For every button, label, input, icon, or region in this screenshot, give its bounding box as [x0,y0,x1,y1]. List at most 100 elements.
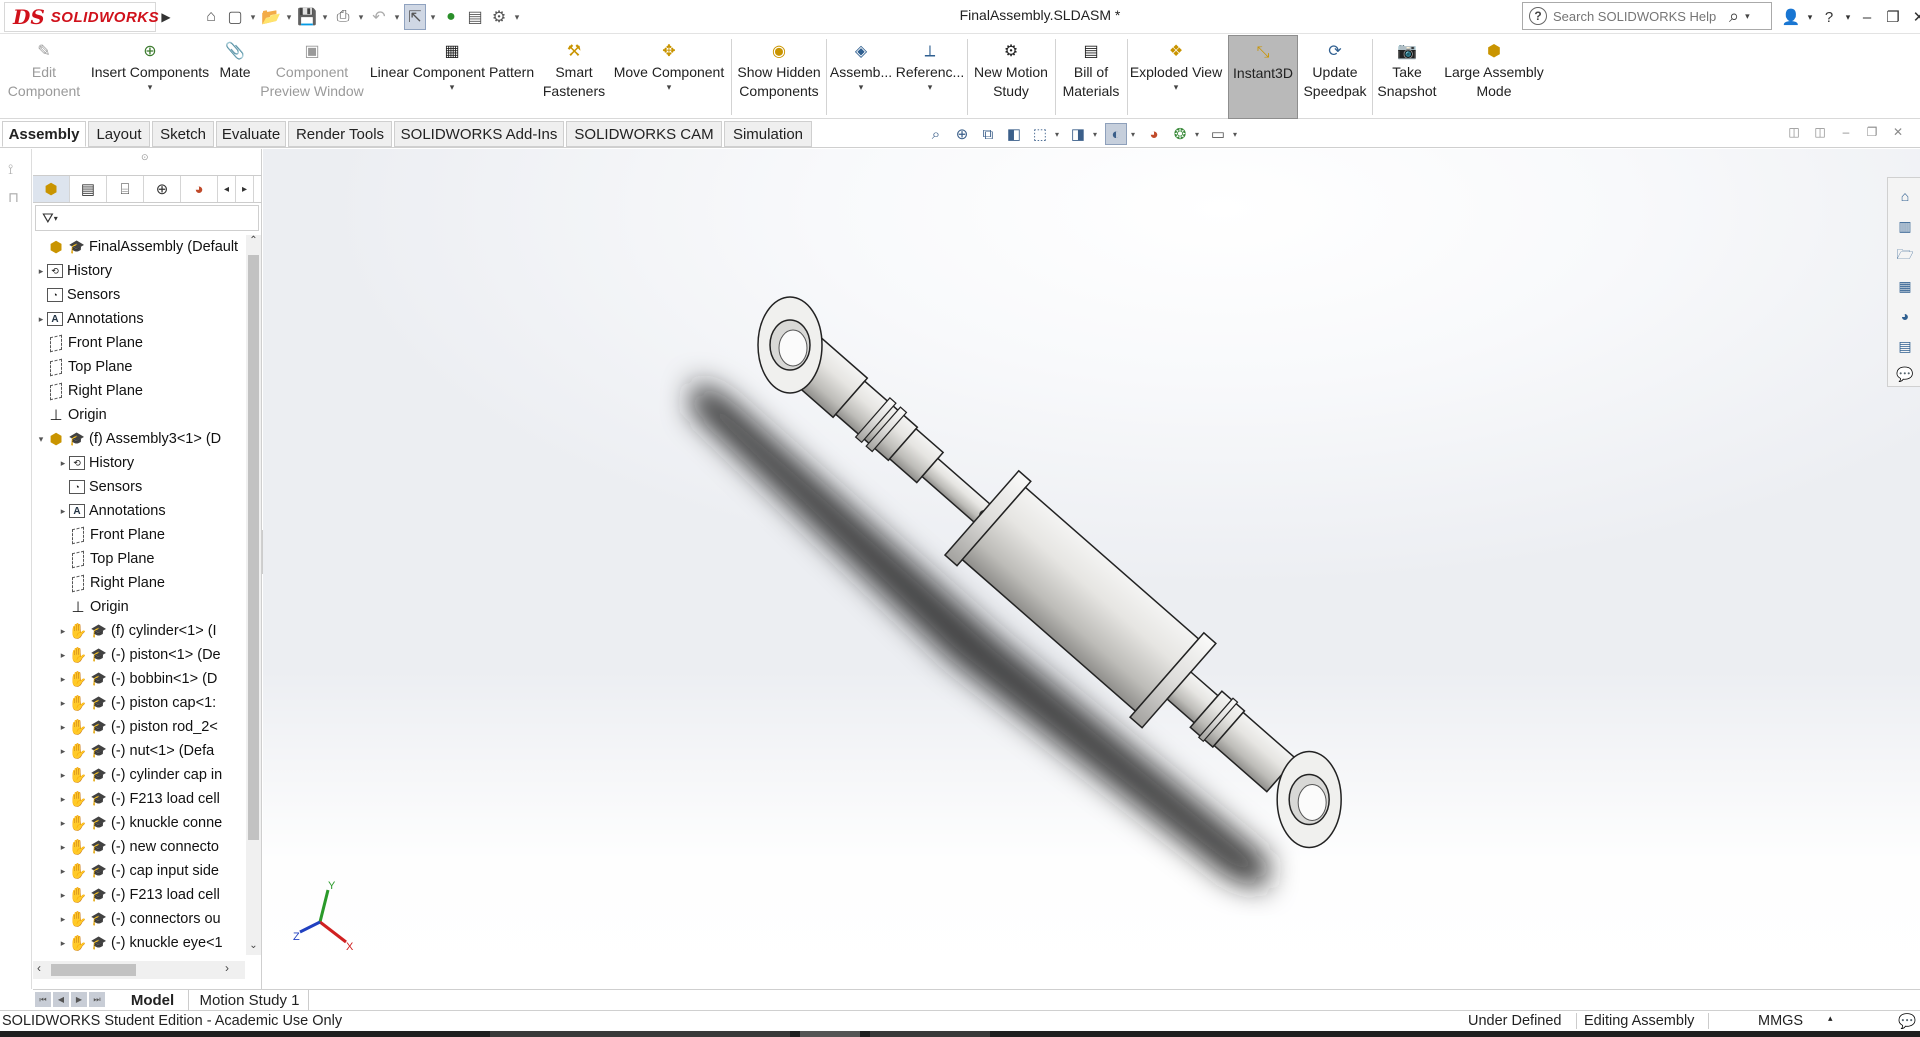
tab-scroll-left-icon[interactable]: ◂ [218,176,236,202]
tree-item[interactable]: ⊥ Origin [33,595,245,619]
display-style-dropdown-icon[interactable]: ▾ [1093,130,1101,139]
user-dropdown-icon[interactable]: ▾ [1806,12,1814,23]
tree-item[interactable]: ⊥ Origin [33,403,245,427]
display-manager-tab-icon[interactable]: ◕ [181,176,218,202]
exploded-view-button[interactable]: ❖ Exploded View ▾ [1128,35,1224,119]
expand-toggle-icon[interactable]: ▸ [57,770,69,781]
move-component-button[interactable]: ✥ Move Component ▾ [610,35,728,119]
smart-dimension-icon[interactable]: ⊓ [8,189,19,206]
tree-item[interactable]: Top Plane [33,547,245,571]
units-dropdown-icon[interactable]: ▴ [1828,1013,1833,1024]
tab-scroll-right-icon[interactable]: ▸ [236,176,254,202]
close-icon[interactable]: ✕ [1908,8,1920,26]
help-search-input[interactable] [1553,8,1723,24]
expand-toggle-icon[interactable]: ▸ [57,458,69,469]
tree-item[interactable]: Right Plane [33,571,245,595]
left-rod[interactable] [833,378,1005,538]
first-tab-icon[interactable]: ⏮ [35,992,51,1007]
tab-simulation[interactable]: Simulation [724,121,812,147]
large-assembly-mode-button[interactable]: ⬢ Large Assembly Mode [1440,35,1548,119]
tree-item[interactable]: Top Plane [33,355,245,379]
expand-toggle-icon[interactable]: ▸ [57,914,69,925]
tree-item[interactable]: ▸ ⟲ History [33,259,245,283]
tree-item[interactable]: ▸ ✋ 🎓 (-) connectors ou [33,907,245,931]
tree-item[interactable]: Front Plane [33,523,245,547]
tab-render-tools[interactable]: Render Tools [288,121,392,147]
minimize-icon[interactable]: – [1856,9,1878,26]
tree-item[interactable]: ▸ ✋ 🎓 (-) F213 load cell [33,883,245,907]
tile-right-icon[interactable]: ◫ [1811,125,1829,139]
previous-view-icon[interactable]: ⧉ [977,123,999,145]
tree-item[interactable]: ▸ ✋ 🎓 (-) F213 load cell [33,787,245,811]
expand-toggle-icon[interactable]: ▸ [57,674,69,685]
hide-show-items-icon[interactable]: ◐ [1105,123,1127,145]
viewport-minimize-icon[interactable]: – [1837,125,1855,139]
expand-toggle-icon[interactable]: ▸ [57,626,69,637]
tree-item[interactable]: ▸ A Annotations [33,307,245,331]
right-rod[interactable] [1162,666,1299,795]
zoom-to-area-icon[interactable]: ⊕ [951,123,973,145]
tree-item[interactable]: ▸ ✋ 🎓 (-) piston cap<1: [33,691,245,715]
next-tab-icon[interactable]: ▶ [71,992,87,1007]
tree-item[interactable]: ▸ ✋ 🎓 (-) piston<1> (De [33,643,245,667]
hydraulic-cylinder-model[interactable] [263,149,1920,989]
zoom-to-fit-icon[interactable]: ⌕ [925,123,947,145]
edit-component-button[interactable]: ✎ Edit Component [0,35,88,119]
assembly-features-button[interactable]: ◈ Assemb... ▾ [828,35,894,119]
expand-toggle-icon[interactable]: ▸ [57,938,69,949]
help-dropdown-icon[interactable]: ▾ [1844,12,1852,23]
file-explorer-icon[interactable]: 🗁 [1895,246,1915,266]
expand-toggle-icon[interactable]: ▸ [57,818,69,829]
restore-icon[interactable]: ❐ [1882,8,1904,26]
panel-grip-icon[interactable]: ⊙ [141,152,149,163]
search-dropdown-icon[interactable]: ▾ [1745,11,1750,22]
instant3d-button[interactable]: ⤡ Instant3D [1228,35,1298,119]
help-search-box[interactable]: ? ⌕ ▾ [1522,2,1772,30]
appearances-icon[interactable]: ◕ [1895,306,1915,326]
tree-item[interactable]: Right Plane [33,379,245,403]
exploded-view-dropdown-icon[interactable]: ▾ [1174,82,1179,92]
tree-item[interactable]: ▸ ✋ 🎓 (-) nut<1> (Defa [33,739,245,763]
view-settings-icon[interactable]: ▭ [1207,123,1229,145]
reference-geometry-dropdown-icon[interactable]: ▾ [928,82,933,92]
update-speedpak-button[interactable]: ⟳ Update Speedpak [1302,35,1368,119]
tree-item[interactable]: ▸ ✋ 🎓 (-) piston rod_2< [33,715,245,739]
tab-assembly[interactable]: Assembly [2,121,86,147]
scroll-thumb[interactable] [248,255,259,840]
tree-item[interactable]: ▸ ✋ 🎓 (f) cylinder<1> (I [33,619,245,643]
feature-tree-tab-icon[interactable]: ⬢ [33,176,70,202]
expand-toggle-icon[interactable]: ▸ [35,314,47,325]
user-icon[interactable]: 👤 [1780,8,1802,26]
property-manager-tab-icon[interactable]: ▤ [70,176,107,202]
tab-sketch[interactable]: Sketch [152,121,214,147]
tab-solidworks-addins[interactable]: SOLIDWORKS Add-Ins [394,121,564,147]
expand-toggle-icon[interactable]: ▸ [57,866,69,877]
assembly-features-dropdown-icon[interactable]: ▾ [859,82,864,92]
view-orientation-dropdown-icon[interactable]: ▾ [1055,130,1063,139]
component-preview-button[interactable]: ▣ Component Preview Window [258,35,366,119]
tab-motion-study-1[interactable]: Motion Study 1 [191,990,309,1010]
view-palette-icon[interactable]: ▦ [1895,276,1915,296]
last-tab-icon[interactable]: ⏭ [89,992,105,1007]
help-icon[interactable]: ? [1818,9,1840,26]
search-icon[interactable]: ⌕ [1729,6,1739,27]
tree-item[interactable]: ▸ ✋ 🎓 (-) cylinder cap in [33,763,245,787]
expand-toggle-icon[interactable]: ▸ [35,266,47,277]
viewport-restore-icon[interactable]: ❐ [1863,125,1881,139]
hscroll-thumb[interactable] [51,964,136,976]
tree-item[interactable]: ◔ Sensors [33,283,245,307]
tree-item[interactable]: ▸ ✋ 🎓 (-) knuckle eye<1 [33,931,245,955]
expand-toggle-icon[interactable]: ▸ [57,722,69,733]
expand-toggle-icon[interactable]: ▸ [57,698,69,709]
show-hidden-button[interactable]: ◉ Show Hidden Components [734,35,824,119]
tree-horizontal-scrollbar[interactable]: ‹ › [33,961,245,979]
scroll-down-icon[interactable]: ⌄ [246,940,261,951]
sketch-icon[interactable]: ⟟ [8,161,13,178]
linear-pattern-button[interactable]: ▦ Linear Component Pattern ▾ [366,35,538,119]
tree-item[interactable]: ▸ ✋ 🎓 (-) knuckle conne [33,811,245,835]
configuration-manager-tab-icon[interactable]: ⌸ [107,176,144,202]
mate-button[interactable]: 📎 Mate [212,35,258,119]
expand-toggle-icon[interactable]: ▾ [35,434,47,445]
prev-tab-icon[interactable]: ◀ [53,992,69,1007]
tree-item[interactable]: ⬢ 🎓 FinalAssembly (Default [33,235,245,259]
